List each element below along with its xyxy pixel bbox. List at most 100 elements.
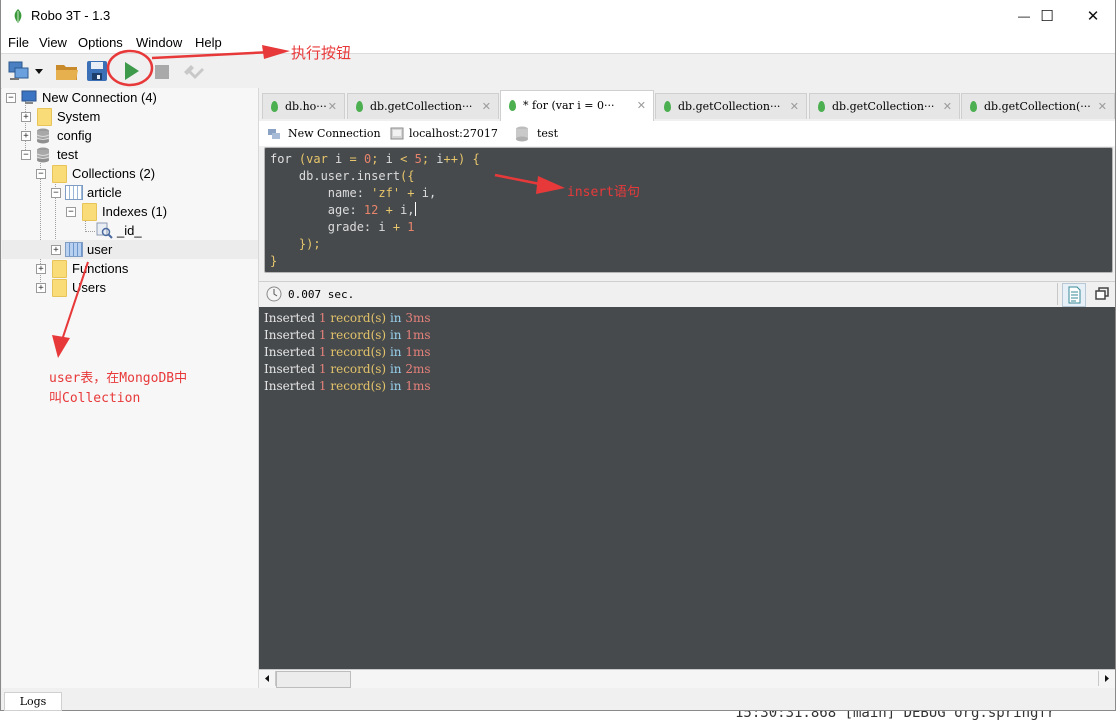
server-icon <box>390 127 404 140</box>
text-document-icon <box>1068 286 1081 304</box>
folder-icon <box>37 108 52 126</box>
scroll-right-button[interactable] <box>1098 671 1114 686</box>
mongodb-leaf-icon <box>664 101 671 112</box>
interrupt-button[interactable] <box>181 59 205 83</box>
tree-label: _id_ <box>117 223 142 238</box>
collection-icon <box>65 242 83 257</box>
execute-icon <box>125 62 139 80</box>
tree-label: Collections (2) <box>72 166 156 181</box>
collapse-icon[interactable]: − <box>6 93 16 103</box>
tab-query-1[interactable]: db.ho··· ✕ <box>262 93 345 119</box>
tree-item-system[interactable]: + System <box>2 107 258 126</box>
annotation-user-collection-line2: 叫Collection <box>49 391 141 406</box>
mongodb-leaf-icon <box>509 100 516 111</box>
connect-dropdown-button[interactable] <box>33 59 45 83</box>
tree-item-config[interactable]: + config <box>2 126 258 145</box>
tab-close-icon[interactable]: ✕ <box>637 91 646 121</box>
maximize-button[interactable]: ☐ <box>1024 0 1070 32</box>
output-line: Inserted 1 record(s) in 1ms <box>264 345 431 359</box>
tree-item-connection[interactable]: − New Connection (4) <box>2 88 258 107</box>
tree-item-user[interactable]: + user <box>2 240 258 259</box>
expand-icon[interactable]: + <box>36 283 46 293</box>
execute-button[interactable] <box>119 59 143 83</box>
folder-icon <box>52 279 67 297</box>
code-line-2: db.user.insert({ <box>270 169 415 183</box>
expand-icon[interactable]: + <box>51 245 61 255</box>
mongodb-leaf-icon <box>356 101 363 112</box>
menu-view[interactable]: View <box>39 35 67 50</box>
results-output[interactable]: Inserted 1 record(s) in 3ms Inserted 1 r… <box>259 307 1115 669</box>
tree-item-functions[interactable]: + Functions <box>2 259 258 278</box>
stop-icon <box>155 65 169 79</box>
tree-label: config <box>57 128 92 143</box>
arrow-right-icon <box>1105 675 1109 682</box>
close-button[interactable]: ✕ <box>1070 0 1116 32</box>
collapse-icon[interactable]: − <box>51 188 61 198</box>
tab-close-icon[interactable]: ✕ <box>943 94 952 119</box>
mongodb-leaf-icon <box>818 101 825 112</box>
execution-time: 0.007 sec. <box>288 288 355 301</box>
context-host: localhost:27017 <box>409 127 498 140</box>
scroll-left-button[interactable] <box>260 671 276 686</box>
code-line-4: age: 12 + i, <box>270 202 416 217</box>
menu-window[interactable]: Window <box>136 35 182 50</box>
title-bar: Robo 3T - 1.3 — ☐ ✕ <box>1 0 1115 32</box>
tree-label: test <box>57 147 78 162</box>
tab-label: db.ho··· <box>285 100 327 113</box>
stop-button[interactable] <box>151 59 175 83</box>
close-icon: ✕ <box>1086 8 1100 25</box>
tree-label: System <box>57 109 101 124</box>
expand-icon[interactable]: + <box>36 264 46 274</box>
expand-icon[interactable]: + <box>21 131 31 141</box>
database-icon <box>516 126 528 142</box>
tree-label: Indexes (1) <box>102 204 168 219</box>
tree-label: user <box>87 242 113 257</box>
tab-close-icon[interactable]: ✕ <box>790 94 799 119</box>
tab-query-2[interactable]: db.getCollection··· ✕ <box>347 93 499 119</box>
interrupt-icon <box>184 65 204 79</box>
tab-close-icon[interactable]: ✕ <box>328 94 337 119</box>
tab-query-5[interactable]: db.getCollection··· ✕ <box>809 93 960 119</box>
maximize-icon: ☐ <box>1040 8 1054 25</box>
tree-item-users[interactable]: + Users <box>2 278 258 297</box>
collapse-icon[interactable]: − <box>66 207 76 217</box>
tab-query-3-active[interactable]: * for (var i = 0··· ✕ <box>500 90 654 121</box>
query-editor[interactable]: for (var i = 0; i < 5; i++) { db.user.in… <box>264 147 1113 273</box>
tab-close-icon[interactable]: ✕ <box>482 94 491 119</box>
server-icon <box>21 90 37 104</box>
menu-options[interactable]: Options <box>78 35 123 50</box>
database-icon <box>36 128 50 144</box>
code-line-3: name: 'zf' + i, <box>270 186 437 200</box>
tree-item-test[interactable]: − test <box>2 145 258 164</box>
menu-file[interactable]: File <box>8 35 29 50</box>
tree-item-indexes[interactable]: − Indexes (1) <box>2 202 258 221</box>
text-cursor <box>414 202 416 216</box>
tree-item-index-id[interactable]: _id_ <box>2 221 258 240</box>
tab-close-icon[interactable]: ✕ <box>1098 94 1107 119</box>
chevron-down-icon <box>35 69 43 74</box>
query-context-bar: New Connection localhost:27017 test <box>259 121 1115 146</box>
menu-help[interactable]: Help <box>195 35 222 50</box>
horizontal-scrollbar[interactable] <box>259 669 1115 688</box>
tree-item-article[interactable]: − article <box>2 183 258 202</box>
logs-tab[interactable]: Logs <box>4 692 62 711</box>
text-mode-button[interactable] <box>1062 283 1086 307</box>
save-button[interactable] <box>85 59 109 83</box>
annotation-execute-button: 执行按钮 <box>291 44 352 62</box>
robo3t-window: Robo 3T - 1.3 — ☐ ✕ File View Options Wi… <box>0 0 1116 711</box>
tab-query-6[interactable]: db.getCollection(··· ✕ <box>961 93 1115 119</box>
annotation-user-collection-line1: user表，在MongoDB中 <box>49 371 188 386</box>
mongodb-leaf-icon <box>970 101 977 112</box>
restore-window-icon <box>1095 287 1109 300</box>
maximize-results-button[interactable] <box>1093 285 1111 303</box>
robo3t-logo-icon <box>14 9 22 23</box>
expand-icon[interactable]: + <box>21 112 31 122</box>
tab-query-4[interactable]: db.getCollection··· ✕ <box>655 93 807 119</box>
tree-label: Users <box>72 280 106 295</box>
collapse-icon[interactable]: − <box>36 169 46 179</box>
scrollbar-thumb[interactable] <box>276 671 351 688</box>
collapse-icon[interactable]: − <box>21 150 31 160</box>
tree-item-collections[interactable]: − Collections (2) <box>2 164 258 183</box>
connect-button[interactable] <box>7 59 31 83</box>
open-button[interactable] <box>55 59 79 83</box>
